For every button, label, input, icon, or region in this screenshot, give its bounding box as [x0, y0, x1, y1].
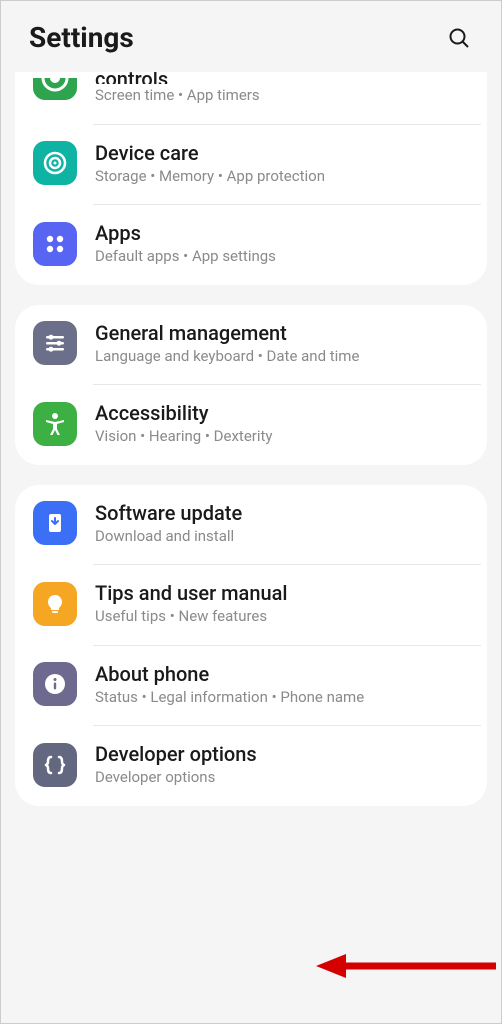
row-text: Device care Storage • Memory • App prote…: [95, 141, 325, 187]
row-text: Software update Download and install: [95, 501, 242, 547]
accessibility-icon: [33, 402, 77, 446]
row-subtitle: Vision • Hearing • Dexterity: [95, 427, 273, 447]
row-text: Tips and user manual Useful tips • New f…: [95, 581, 287, 627]
row-subtitle: Storage • Memory • App protection: [95, 167, 325, 187]
row-title: Developer options: [95, 742, 257, 766]
row-text: About phone Status • Legal information •…: [95, 662, 364, 708]
row-subtitle: Screen time • App timers: [95, 86, 260, 106]
row-text: controls Screen time • App timers: [95, 72, 260, 106]
developer-options-icon: [33, 743, 77, 787]
row-subtitle: Default apps • App settings: [95, 247, 276, 267]
row-title: General management: [95, 321, 359, 345]
settings-row-software-update[interactable]: Software update Download and install: [15, 485, 487, 565]
software-update-icon: [33, 501, 77, 545]
row-text: Apps Default apps • App settings: [95, 221, 276, 267]
row-title: Software update: [95, 501, 242, 525]
settings-row-device-care[interactable]: Device care Storage • Memory • App prote…: [15, 125, 487, 205]
row-subtitle: Download and install: [95, 527, 242, 547]
row-title: controls: [95, 72, 260, 84]
row-title: Accessibility: [95, 401, 273, 425]
row-title: Tips and user manual: [95, 581, 287, 605]
row-subtitle: Language and keyboard • Date and time: [95, 347, 359, 367]
row-text: Developer options Developer options: [95, 742, 257, 788]
general-management-icon: [33, 321, 77, 365]
row-subtitle: Developer options: [95, 768, 257, 788]
settings-row-developer-options[interactable]: Developer options Developer options: [15, 726, 487, 806]
about-phone-icon: [33, 662, 77, 706]
search-button[interactable]: [445, 24, 473, 52]
row-subtitle: Status • Legal information • Phone name: [95, 688, 364, 708]
page-title: Settings: [29, 21, 134, 54]
settings-row-digital-wellbeing[interactable]: controls Screen time • App timers: [15, 72, 487, 124]
device-care-icon: [33, 141, 77, 185]
settings-row-general-management[interactable]: General management Language and keyboard…: [15, 305, 487, 385]
settings-header: Settings: [1, 1, 501, 72]
row-title: About phone: [95, 662, 364, 686]
settings-group-3: Software update Download and install Tip…: [15, 485, 487, 806]
row-text: General management Language and keyboard…: [95, 321, 359, 367]
tips-icon: [33, 582, 77, 626]
row-title: Apps: [95, 221, 276, 245]
settings-row-about-phone[interactable]: About phone Status • Legal information •…: [15, 646, 487, 726]
settings-row-tips[interactable]: Tips and user manual Useful tips • New f…: [15, 565, 487, 645]
settings-row-apps[interactable]: Apps Default apps • App settings: [15, 205, 487, 285]
row-text: Accessibility Vision • Hearing • Dexteri…: [95, 401, 273, 447]
row-title: Device care: [95, 141, 325, 165]
settings-row-accessibility[interactable]: Accessibility Vision • Hearing • Dexteri…: [15, 385, 487, 465]
settings-group-1: controls Screen time • App timers Device…: [15, 72, 487, 285]
search-icon: [447, 26, 471, 50]
settings-group-2: General management Language and keyboard…: [15, 305, 487, 465]
annotation-arrow: [311, 946, 501, 986]
wellbeing-icon: [33, 78, 77, 100]
row-subtitle: Useful tips • New features: [95, 607, 287, 627]
apps-icon: [33, 222, 77, 266]
